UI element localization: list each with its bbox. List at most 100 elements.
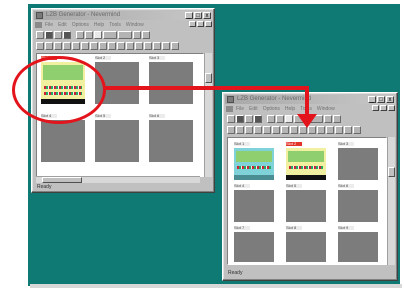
tool-1-icon[interactable]: [36, 42, 44, 50]
copy-icon[interactable]: [85, 31, 93, 39]
menu-options[interactable]: Options: [72, 21, 89, 29]
doc-minimize-button[interactable]: [189, 21, 196, 27]
tool-13-icon[interactable]: [144, 42, 152, 50]
cut-icon[interactable]: [267, 115, 275, 123]
tool-5-icon[interactable]: [263, 126, 271, 134]
cut-icon[interactable]: [76, 31, 84, 39]
doc-restore-button[interactable]: [380, 105, 387, 111]
tool-3-icon[interactable]: [245, 126, 253, 134]
empty-thumbnail[interactable]: [149, 120, 193, 162]
tool-1-icon[interactable]: [227, 126, 235, 134]
thumbnail-cell[interactable]: Slot 3: [149, 56, 193, 104]
tool-14-icon[interactable]: [344, 126, 352, 134]
title-bar[interactable]: LZB Generator - Nevermind _ □ x: [34, 11, 212, 20]
tool-15-icon[interactable]: [162, 42, 170, 50]
menu-edit[interactable]: Edit: [58, 21, 67, 29]
app-icon[interactable]: [227, 96, 234, 103]
thumbnail-cell[interactable]: Slot 5: [95, 114, 139, 162]
tool-3-icon[interactable]: [54, 42, 62, 50]
help-icon[interactable]: [142, 31, 150, 39]
empty-thumbnail[interactable]: [338, 190, 378, 222]
tool-9-icon[interactable]: [108, 42, 116, 50]
zoom-icon[interactable]: [324, 115, 332, 123]
tool-4-icon[interactable]: [254, 126, 262, 134]
close-button[interactable]: x: [386, 96, 394, 103]
menu-window[interactable]: Window: [317, 105, 335, 113]
new-icon[interactable]: [227, 115, 235, 123]
pointer-icon[interactable]: [94, 31, 102, 39]
open-icon[interactable]: [236, 115, 244, 123]
scroll-thumb[interactable]: [388, 167, 395, 177]
doc-minimize-button[interactable]: [372, 105, 379, 111]
menu-window[interactable]: Window: [126, 21, 144, 29]
grid-view-icon[interactable]: [103, 31, 117, 39]
empty-thumbnail[interactable]: [95, 120, 139, 162]
copy-icon[interactable]: [276, 115, 284, 123]
save-icon[interactable]: [54, 31, 62, 39]
menu-tools[interactable]: Tools: [109, 21, 121, 29]
tool-5-icon[interactable]: [72, 42, 80, 50]
vertical-scrollbar[interactable]: [204, 53, 212, 177]
empty-thumbnail[interactable]: [41, 120, 85, 162]
print-icon[interactable]: [63, 31, 71, 39]
doc-close-button[interactable]: [388, 105, 395, 111]
thumbnail-cell[interactable]: Slot 8: [286, 226, 326, 262]
doc-close-button[interactable]: [205, 21, 212, 27]
thumbnail-cell[interactable]: Slot 3: [338, 142, 378, 180]
new-icon[interactable]: [36, 31, 44, 39]
empty-thumbnail[interactable]: [149, 62, 193, 104]
tool-12-icon[interactable]: [326, 126, 334, 134]
tool-11-icon[interactable]: [317, 126, 325, 134]
tool-7-icon[interactable]: [281, 126, 289, 134]
tool-7-icon[interactable]: [90, 42, 98, 50]
tool-13-icon[interactable]: [335, 126, 343, 134]
scroll-thumb[interactable]: [205, 73, 212, 83]
minimize-button[interactable]: _: [368, 96, 376, 103]
empty-thumbnail[interactable]: [338, 148, 378, 180]
list-view-icon[interactable]: [118, 31, 132, 39]
print-icon[interactable]: [254, 115, 262, 123]
tool-14-icon[interactable]: [153, 42, 161, 50]
tool-2-icon[interactable]: [236, 126, 244, 134]
thumbnail-cell[interactable]: Slot 5: [286, 184, 326, 222]
thumbnail-cell[interactable]: Slot 6: [338, 184, 378, 222]
tool-16-icon[interactable]: [171, 42, 179, 50]
minimize-button[interactable]: _: [185, 12, 193, 19]
game-thumbnail[interactable]: [286, 148, 326, 180]
thumbnail-cell[interactable]: Slot 1: [234, 142, 274, 180]
thumbnail-cell[interactable]: Slot 9: [338, 226, 378, 262]
tool-6-icon[interactable]: [81, 42, 89, 50]
help-icon[interactable]: [333, 115, 341, 123]
empty-thumbnail[interactable]: [286, 232, 326, 262]
empty-thumbnail[interactable]: [234, 190, 274, 222]
zoom-icon[interactable]: [133, 31, 141, 39]
menu-options[interactable]: Options: [263, 105, 280, 113]
tool-10-icon[interactable]: [117, 42, 125, 50]
menu-file[interactable]: File: [45, 21, 53, 29]
pointer-icon[interactable]: [285, 115, 293, 123]
close-button[interactable]: x: [203, 12, 211, 19]
thumbnail-cell[interactable]: Slot 7: [234, 226, 274, 262]
game-thumbnail[interactable]: [234, 148, 274, 180]
empty-thumbnail[interactable]: [338, 232, 378, 262]
thumbnail-cell[interactable]: Slot 2: [286, 142, 326, 180]
horizontal-scrollbar[interactable]: [36, 176, 200, 183]
tool-11-icon[interactable]: [126, 42, 134, 50]
tool-8-icon[interactable]: [99, 42, 107, 50]
thumbnail-cell[interactable]: Slot 6: [149, 114, 193, 162]
maximize-button[interactable]: □: [194, 12, 202, 19]
open-icon[interactable]: [45, 31, 53, 39]
tool-15-icon[interactable]: [353, 126, 361, 134]
maximize-button[interactable]: □: [377, 96, 385, 103]
empty-thumbnail[interactable]: [234, 232, 274, 262]
thumbnail-cell[interactable]: Slot 4: [234, 184, 274, 222]
menu-help[interactable]: Help: [94, 21, 104, 29]
doc-restore-button[interactable]: [197, 21, 204, 27]
tool-6-icon[interactable]: [272, 126, 280, 134]
save-icon[interactable]: [245, 115, 253, 123]
tool-12-icon[interactable]: [135, 42, 143, 50]
menu-help[interactable]: Help: [285, 105, 295, 113]
tool-4-icon[interactable]: [63, 42, 71, 50]
menu-file[interactable]: File: [236, 105, 244, 113]
vertical-scrollbar[interactable]: [387, 137, 395, 265]
